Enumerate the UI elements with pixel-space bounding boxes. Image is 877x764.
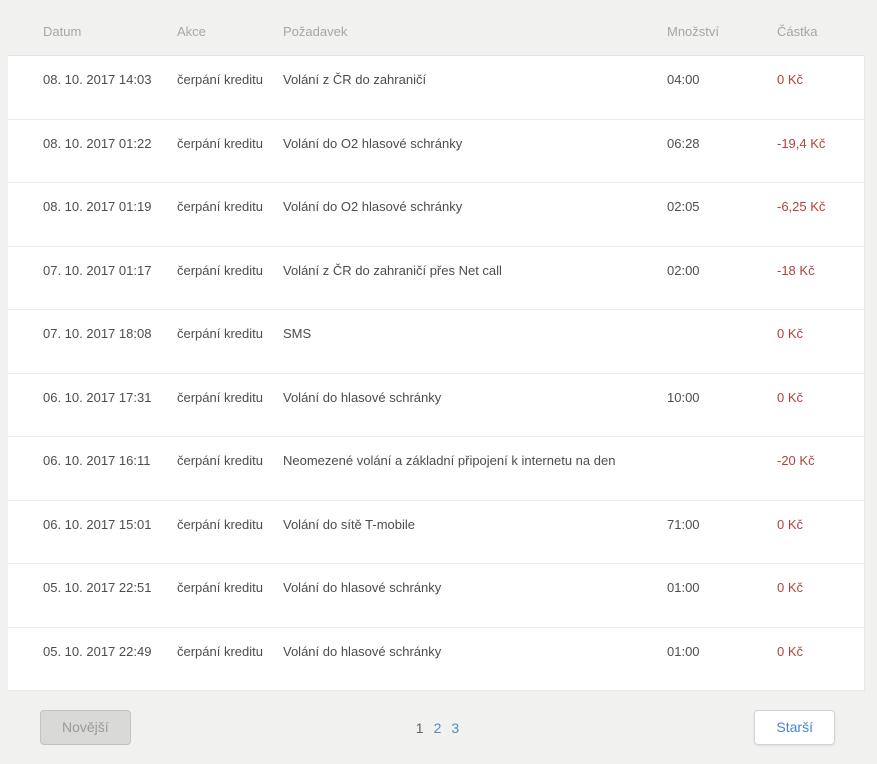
table-body: 08. 10. 2017 14:03 čerpání kreditu Volán… <box>8 55 865 691</box>
cell-castka: -6,25 Kč <box>777 196 864 246</box>
column-header-mnozstvi: Množství <box>667 24 777 39</box>
cell-akce: čerpání kreditu <box>177 514 283 564</box>
cell-datum: 08. 10. 2017 01:19 <box>43 196 177 246</box>
cell-mnozstvi: 71:00 <box>667 514 777 564</box>
pagination: 1 2 3 <box>416 720 459 736</box>
cell-mnozstvi: 10:00 <box>667 387 777 437</box>
table-row: 08. 10. 2017 14:03 čerpání kreditu Volán… <box>8 56 864 120</box>
cell-mnozstvi: 06:28 <box>667 133 777 183</box>
table-row: 07. 10. 2017 18:08 čerpání kreditu SMS 0… <box>8 310 864 374</box>
cell-mnozstvi <box>667 323 777 373</box>
cell-datum: 07. 10. 2017 01:17 <box>43 260 177 310</box>
cell-castka: 0 Kč <box>777 323 864 373</box>
cell-pozadavek: Volání z ČR do zahraničí přes Net call <box>283 260 667 310</box>
cell-akce: čerpání kreditu <box>177 577 283 627</box>
cell-pozadavek: Volání z ČR do zahraničí <box>283 69 667 119</box>
cell-mnozstvi: 01:00 <box>667 577 777 627</box>
column-header-datum: Datum <box>43 24 177 39</box>
cell-castka: -18 Kč <box>777 260 864 310</box>
cell-castka: 0 Kč <box>777 577 864 627</box>
cell-mnozstvi: 02:00 <box>667 260 777 310</box>
page-1-current: 1 <box>416 720 424 736</box>
cell-pozadavek: Volání do hlasové schránky <box>283 641 667 691</box>
cell-akce: čerpání kreditu <box>177 323 283 373</box>
cell-datum: 08. 10. 2017 14:03 <box>43 69 177 119</box>
cell-akce: čerpání kreditu <box>177 260 283 310</box>
cell-pozadavek: Volání do hlasové schránky <box>283 387 667 437</box>
cell-pozadavek: Volání do O2 hlasové schránky <box>283 196 667 246</box>
column-header-pozadavek: Požadavek <box>283 24 667 39</box>
cell-pozadavek: Neomezené volání a základní připojení k … <box>283 450 667 500</box>
usage-table: Datum Akce Požadavek Množství Částka 08.… <box>8 0 865 691</box>
cell-castka: 0 Kč <box>777 641 864 691</box>
cell-akce: čerpání kreditu <box>177 450 283 500</box>
cell-pozadavek: SMS <box>283 323 667 373</box>
pagination-bar: Novější 1 2 3 Starší <box>0 691 877 764</box>
cell-mnozstvi: 02:05 <box>667 196 777 246</box>
cell-datum: 08. 10. 2017 01:22 <box>43 133 177 183</box>
table-header: Datum Akce Požadavek Množství Částka <box>8 0 865 55</box>
cell-datum: 07. 10. 2017 18:08 <box>43 323 177 373</box>
cell-castka: 0 Kč <box>777 69 864 119</box>
cell-pozadavek: Volání do O2 hlasové schránky <box>283 133 667 183</box>
cell-akce: čerpání kreditu <box>177 133 283 183</box>
cell-akce: čerpání kreditu <box>177 196 283 246</box>
cell-datum: 06. 10. 2017 17:31 <box>43 387 177 437</box>
cell-akce: čerpání kreditu <box>177 641 283 691</box>
table-row: 08. 10. 2017 01:19 čerpání kreditu Volán… <box>8 183 864 247</box>
page-3-link[interactable]: 3 <box>451 720 459 736</box>
cell-castka: -19,4 Kč <box>777 133 864 183</box>
newer-button[interactable]: Novější <box>40 710 131 745</box>
table-row: 06. 10. 2017 15:01 čerpání kreditu Volán… <box>8 501 864 565</box>
table-row: 06. 10. 2017 16:11 čerpání kreditu Neome… <box>8 437 864 501</box>
table-row: 06. 10. 2017 17:31 čerpání kreditu Volán… <box>8 374 864 438</box>
table-row: 07. 10. 2017 01:17 čerpání kreditu Volán… <box>8 247 864 311</box>
column-header-castka: Částka <box>777 24 865 39</box>
table-row: 05. 10. 2017 22:49 čerpání kreditu Volán… <box>8 628 864 692</box>
cell-mnozstvi: 04:00 <box>667 69 777 119</box>
cell-pozadavek: Volání do hlasové schránky <box>283 577 667 627</box>
cell-mnozstvi: 01:00 <box>667 641 777 691</box>
cell-castka: -20 Kč <box>777 450 864 500</box>
cell-castka: 0 Kč <box>777 514 864 564</box>
table-row: 05. 10. 2017 22:51 čerpání kreditu Volán… <box>8 564 864 628</box>
cell-mnozstvi <box>667 450 777 500</box>
cell-datum: 05. 10. 2017 22:51 <box>43 577 177 627</box>
older-button[interactable]: Starší <box>754 710 835 745</box>
cell-datum: 05. 10. 2017 22:49 <box>43 641 177 691</box>
cell-akce: čerpání kreditu <box>177 69 283 119</box>
cell-akce: čerpání kreditu <box>177 387 283 437</box>
page-2-link[interactable]: 2 <box>434 720 442 736</box>
cell-castka: 0 Kč <box>777 387 864 437</box>
column-header-akce: Akce <box>177 24 283 39</box>
cell-datum: 06. 10. 2017 15:01 <box>43 514 177 564</box>
table-row: 08. 10. 2017 01:22 čerpání kreditu Volán… <box>8 120 864 184</box>
cell-datum: 06. 10. 2017 16:11 <box>43 450 177 500</box>
cell-pozadavek: Volání do sítě T-mobile <box>283 514 667 564</box>
